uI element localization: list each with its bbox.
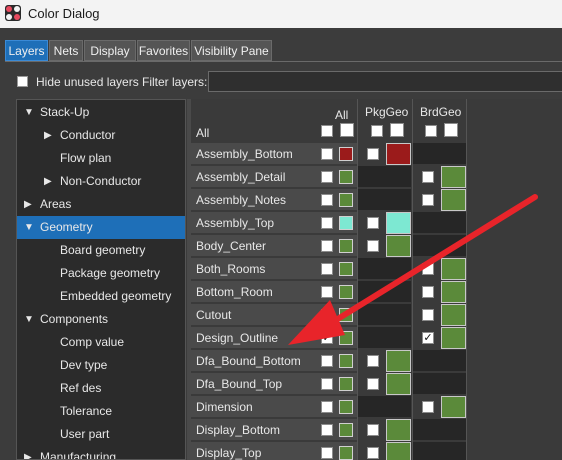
annotation-arrow bbox=[288, 194, 538, 345]
